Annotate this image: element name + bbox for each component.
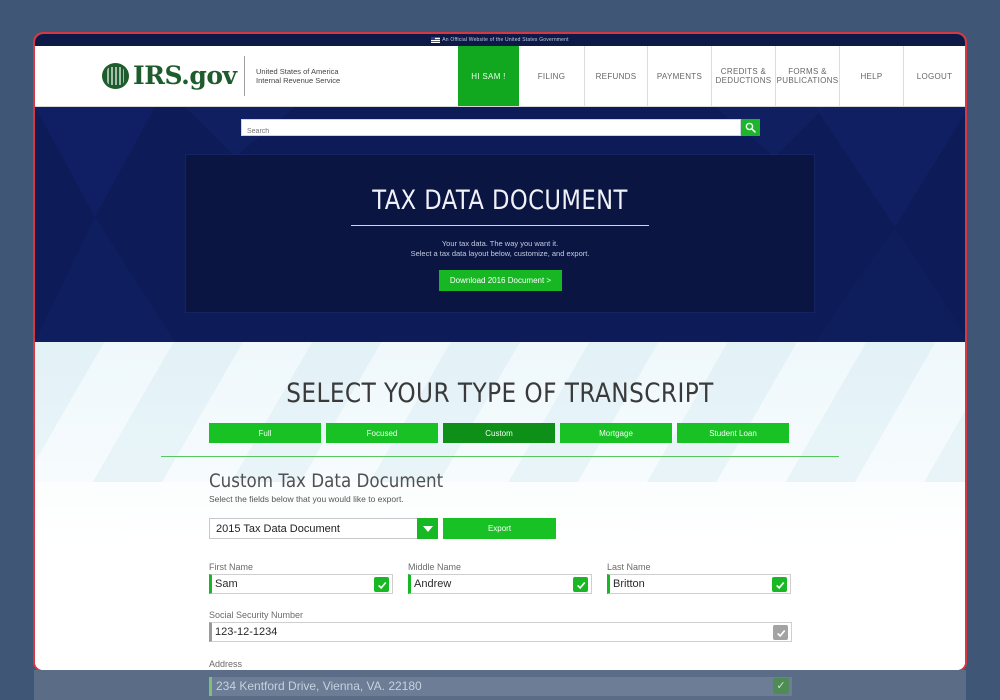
irs-logo[interactable]: IRS.gov	[102, 61, 237, 90]
middle-name-checkbox[interactable]	[573, 577, 588, 592]
nav-payments[interactable]: PAYMENTS	[647, 46, 711, 106]
nav-logout[interactable]: LOGOUT	[903, 46, 965, 106]
middle-name-field[interactable]: Andrew	[408, 574, 592, 594]
gov-banner: An Official Website of the United States…	[35, 34, 965, 46]
section-title: SELECT YOUR TYPE OF TRANSCRIPT	[286, 378, 714, 409]
logo-sub-line2: Internal Revenue Service	[256, 76, 341, 85]
nav-label-line2: DEDUCTIONS	[715, 76, 772, 85]
nav-label: HELP	[860, 71, 883, 81]
export-button[interactable]: Export	[443, 518, 556, 539]
tab-full[interactable]: Full	[209, 423, 321, 443]
nav-label: LOGOUT	[916, 71, 953, 81]
nav-forms-publications[interactable]: FORMS & PUBLICATIONS	[775, 46, 839, 106]
nav-label: FILING	[537, 71, 566, 81]
main-nav: HI SAM ! FILING REFUNDS PAYMENTS CREDITS…	[458, 46, 965, 106]
hero-title-underline	[351, 225, 649, 226]
middle-name-value: Andrew	[414, 578, 452, 590]
gov-banner-text: An Official Website of the United States…	[442, 37, 569, 43]
hero-title: TAX DATA DOCUMENT	[372, 185, 628, 216]
nav-refunds[interactable]: REFUNDS	[584, 46, 647, 106]
checkmark-icon	[775, 581, 784, 589]
checkmark-icon	[377, 581, 386, 589]
middle-name-label: Middle Name	[408, 562, 462, 572]
search-bar[interactable]	[241, 119, 741, 139]
hero-panel: TAX DATA DOCUMENT Your tax data. The way…	[186, 155, 814, 312]
form-title: Custom Tax Data Document	[209, 470, 444, 492]
ssn-checkbox[interactable]	[773, 625, 788, 640]
hero-section: TAX DATA DOCUMENT Your tax data. The way…	[35, 107, 965, 342]
ssn-label: Social Security Number	[209, 610, 304, 620]
nav-label-line1: FORMS &	[788, 67, 827, 76]
checkmark-icon	[576, 581, 585, 589]
form-subtitle: Select the fields below that you would l…	[209, 494, 404, 504]
last-name-value: Britton	[613, 578, 645, 590]
address-label: Address	[209, 659, 243, 669]
nav-label-line2: PUBLICATIONS	[776, 76, 839, 85]
address-checkbox[interactable]: ✓	[773, 678, 789, 694]
chevron-down-icon[interactable]	[417, 518, 438, 539]
hero-tagline: Your tax data. The way you want it.	[441, 239, 559, 248]
nav-credits-deductions[interactable]: CREDITS & DEDUCTIONS	[711, 46, 775, 106]
logo-divider	[244, 56, 245, 96]
document-select-value: 2015 Tax Data Document	[216, 523, 340, 535]
nav-filing[interactable]: FILING	[519, 46, 584, 106]
logo-text: IRS.gov	[133, 61, 237, 90]
nav-label: FORMS & PUBLICATIONS	[777, 67, 839, 85]
tab-focused[interactable]: Focused	[326, 423, 438, 443]
nav-label: PAYMENTS	[656, 71, 703, 81]
nav-label: REFUNDS	[595, 71, 637, 81]
first-name-value: Sam	[215, 578, 238, 590]
first-name-field[interactable]: Sam	[209, 574, 393, 594]
last-name-field[interactable]: Britton	[607, 574, 791, 594]
tab-student-loan[interactable]: Student Loan	[677, 423, 789, 443]
address-field[interactable]: 234 Kentford Drive, Vienna, VA. 22180	[209, 677, 792, 696]
last-name-label: Last Name	[607, 562, 651, 572]
nav-label-line1: CREDITS &	[720, 67, 767, 76]
download-document-button[interactable]: Download 2016 Document >	[439, 270, 562, 291]
transcript-section: SELECT YOUR TYPE OF TRANSCRIPT Full Focu…	[35, 342, 965, 670]
first-name-label: First Name	[209, 562, 254, 572]
first-name-checkbox[interactable]	[374, 577, 389, 592]
transcript-type-tabs: Full Focused Custom Mortgage Student Loa…	[209, 423, 789, 443]
nav-label: CREDITS & DEDUCTIONS	[716, 67, 772, 85]
logo-subtitle: United States of America Internal Revenu…	[256, 67, 340, 85]
ssn-value: 123-12-1234	[215, 626, 278, 638]
logo-sub-line1: United States of America	[256, 67, 339, 76]
nav-label: HI SAM !	[471, 71, 506, 81]
ssn-field[interactable]: 123-12-1234	[209, 622, 792, 642]
browser-frame: An Official Website of the United States…	[33, 32, 967, 672]
search-icon	[745, 122, 756, 133]
hero-instructions: Select a tax data layout below, customiz…	[410, 249, 590, 258]
irs-eagle-icon	[102, 62, 129, 89]
tab-custom[interactable]: Custom	[443, 423, 555, 443]
nav-help[interactable]: HELP	[839, 46, 903, 106]
search-button[interactable]	[741, 119, 760, 136]
tab-mortgage[interactable]: Mortgage	[560, 423, 672, 443]
last-name-checkbox[interactable]	[772, 577, 787, 592]
site-header: IRS.gov United States of America Interna…	[35, 46, 965, 107]
nav-greeting[interactable]: HI SAM !	[458, 46, 519, 106]
document-year-select[interactable]: 2015 Tax Data Document	[209, 518, 438, 539]
checkmark-icon	[776, 629, 785, 637]
address-value: 234 Kentford Drive, Vienna, VA. 22180	[216, 679, 422, 693]
section-background-pattern	[35, 342, 965, 482]
section-divider	[161, 456, 839, 457]
us-flag-icon	[431, 36, 441, 43]
search-input[interactable]	[242, 124, 740, 139]
